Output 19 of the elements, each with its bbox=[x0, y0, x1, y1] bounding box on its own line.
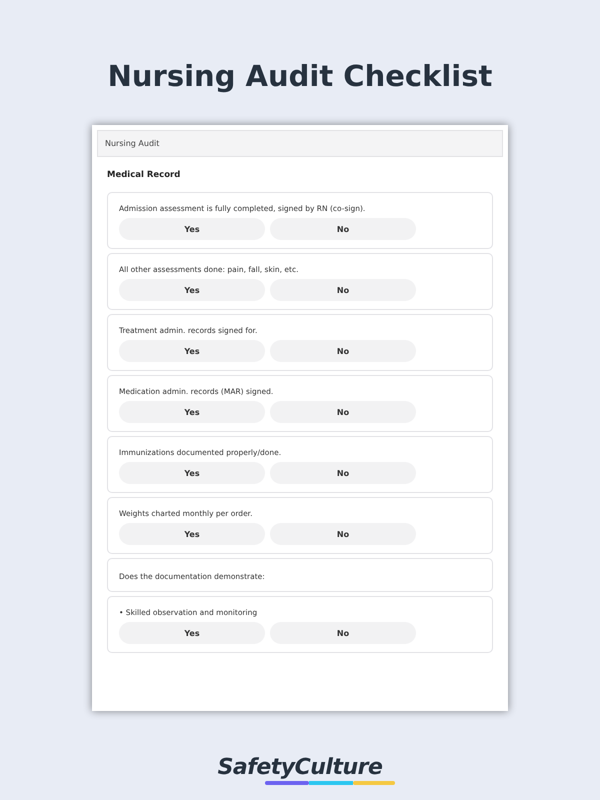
answer-button[interactable]: Yes bbox=[119, 218, 265, 240]
answer-button[interactable]: Yes bbox=[119, 523, 265, 545]
logo-stripe-icon bbox=[265, 781, 395, 785]
answer-button[interactable]: No bbox=[270, 279, 416, 301]
answer-button[interactable]: No bbox=[270, 523, 416, 545]
answer-button[interactable]: Yes bbox=[119, 340, 265, 362]
answer-button[interactable]: Yes bbox=[119, 622, 265, 644]
answer-button[interactable]: Yes bbox=[119, 401, 265, 423]
answer-button[interactable]: No bbox=[270, 218, 416, 240]
section-heading: Medical Record bbox=[107, 170, 182, 180]
answer-button[interactable]: No bbox=[270, 462, 416, 484]
answer-button[interactable]: Yes bbox=[119, 462, 265, 484]
answer-button[interactable]: No bbox=[270, 401, 416, 423]
answer-button[interactable]: Yes bbox=[119, 279, 265, 301]
brand-logo: SafetyCulture bbox=[218, 756, 382, 780]
answer-button[interactable]: No bbox=[270, 340, 416, 362]
page-title: Nursing Audit Checklist bbox=[108, 58, 492, 95]
form-header: Nursing Audit bbox=[97, 130, 503, 157]
answer-button[interactable]: No bbox=[270, 622, 416, 644]
